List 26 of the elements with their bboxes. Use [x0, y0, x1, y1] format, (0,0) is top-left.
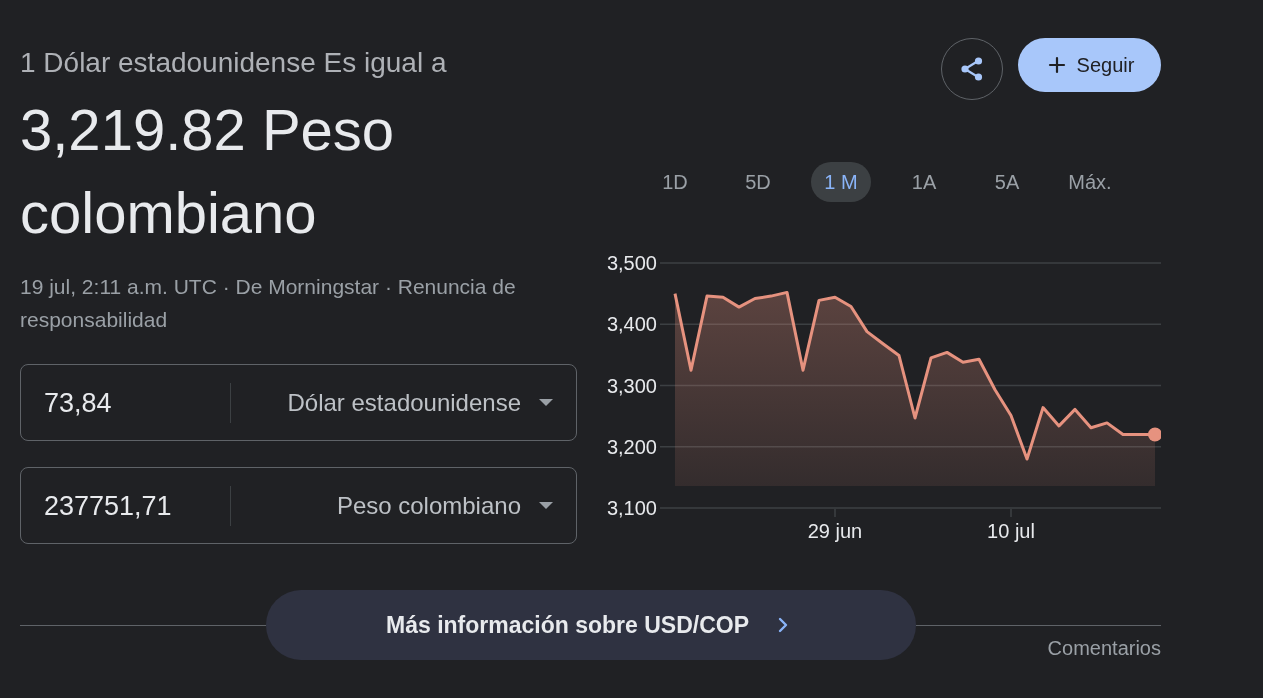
amount-field[interactable]: 237751,71 [44, 488, 230, 523]
range-tab[interactable]: 1A [894, 162, 954, 202]
axis-label: 3,400 [606, 313, 657, 336]
currency-dropdown[interactable]: Peso colombiano [231, 468, 576, 543]
range-tab[interactable]: 1 M [811, 162, 871, 202]
axis-label: 3,500 [606, 252, 657, 274]
conversion-result: 3,219.82 Peso colombiano [20, 96, 396, 247]
amount-field[interactable]: 73,84 [44, 385, 230, 420]
axis-label: 29 jun [807, 520, 863, 542]
axis-label: 10 jul [987, 520, 1035, 542]
range-tab[interactable]: 5D [728, 162, 788, 202]
axis-label: 3,300 [606, 374, 657, 397]
caret-icon [539, 502, 553, 509]
share-icon [961, 57, 983, 81]
caret-icon [539, 399, 553, 406]
range-tab[interactable]: 5A [977, 162, 1037, 202]
range-tab[interactable]: Máx. [1060, 162, 1120, 202]
range-tab[interactable]: 1D [645, 162, 705, 202]
conversion-caption: 1 Dólar estadounidense Es igual a [20, 47, 448, 79]
update-info: 19 jul, 2:11 a.m. UTC · De Morningstar · Renuncia de responsabilidad [20, 274, 517, 333]
more-info-button[interactable]: Más información sobre USD/COP [265, 590, 916, 660]
currency-dropdown[interactable]: Dólar estadounidense [231, 365, 576, 440]
follow-button[interactable]: Seguir [1018, 38, 1161, 92]
feedback-link[interactable]: Comentarios [1047, 636, 1161, 660]
axis-label: 3,200 [606, 435, 657, 458]
axis-label: 3,100 [606, 497, 657, 519]
